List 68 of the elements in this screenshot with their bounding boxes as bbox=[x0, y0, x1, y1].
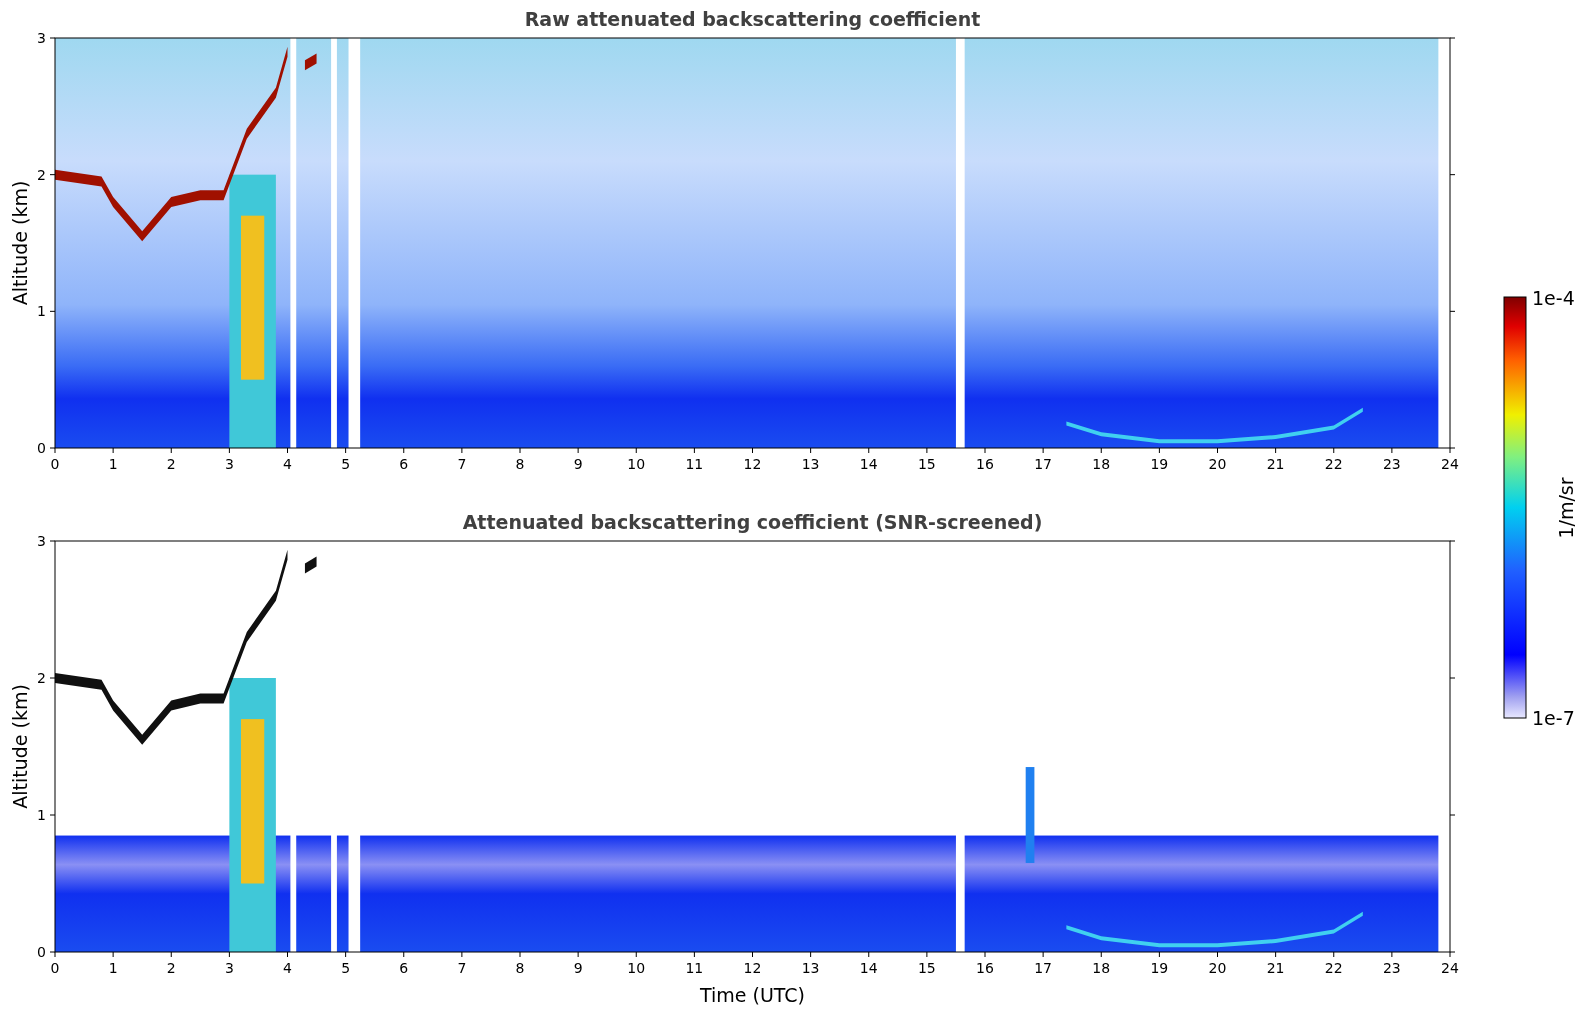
tick-label: 10 bbox=[627, 960, 646, 976]
tick-label: 13 bbox=[801, 960, 820, 976]
tick-label: 3 bbox=[37, 533, 46, 549]
tick-label: 24 bbox=[1441, 456, 1459, 472]
tick-label: 3 bbox=[224, 456, 234, 472]
cloud-band bbox=[304, 53, 317, 71]
tick-label: 5 bbox=[341, 960, 351, 976]
tick-label: 22 bbox=[1324, 960, 1343, 976]
colorbar-unit: 1/m/sr bbox=[1555, 477, 1577, 539]
tick-label: 4 bbox=[283, 960, 292, 976]
tick-label: 7 bbox=[457, 456, 467, 472]
tick-label: 1 bbox=[37, 303, 46, 320]
tick-label: 2 bbox=[37, 670, 46, 686]
tick-label: 12 bbox=[743, 960, 762, 976]
tick-label: 4 bbox=[283, 456, 292, 472]
tick-label: 1 bbox=[37, 807, 46, 823]
tick-label: 17 bbox=[1034, 456, 1053, 472]
tick-label: 24 bbox=[1441, 960, 1459, 976]
tick-label: 15 bbox=[917, 960, 936, 976]
cloud-band bbox=[304, 556, 317, 574]
colorbar-label: 1e-7 bbox=[1532, 707, 1575, 729]
tick-label: 14 bbox=[859, 456, 878, 472]
chart-title: Raw attenuated backscattering coefficient bbox=[524, 8, 981, 30]
tick-label: 11 bbox=[685, 456, 704, 472]
tick-label: 18 bbox=[1092, 960, 1111, 976]
tick-label: 6 bbox=[399, 960, 409, 976]
tick-label: 3 bbox=[37, 30, 46, 46]
tick-label: 9 bbox=[573, 456, 583, 472]
tick-label: 18 bbox=[1092, 456, 1111, 472]
tick-label: 1 bbox=[108, 456, 118, 472]
tick-label: 23 bbox=[1382, 960, 1401, 976]
colorbar-label: 1e-4 bbox=[1532, 287, 1575, 309]
tick-label: 19 bbox=[1150, 456, 1169, 472]
tick-label: 8 bbox=[515, 960, 525, 976]
tick-label: 10 bbox=[627, 456, 646, 472]
tick-label: 0 bbox=[50, 456, 60, 472]
tick-label: 1 bbox=[108, 960, 118, 976]
tick-label: 17 bbox=[1034, 960, 1053, 976]
tick-label: 5 bbox=[341, 456, 351, 472]
tick-label: 7 bbox=[457, 960, 467, 976]
axis-label: Altitude (km) bbox=[9, 180, 31, 306]
tick-label: 0 bbox=[37, 440, 46, 456]
tick-label: 0 bbox=[50, 960, 60, 976]
tick-label: 12 bbox=[743, 456, 762, 472]
tick-label: 2 bbox=[166, 456, 176, 472]
tick-label: 0 bbox=[37, 944, 46, 960]
tick-label: 15 bbox=[917, 456, 936, 472]
tick-label: 23 bbox=[1382, 456, 1401, 472]
tick-label: 19 bbox=[1150, 960, 1169, 976]
tick-label: 20 bbox=[1208, 456, 1227, 472]
tick-label: 16 bbox=[976, 456, 994, 472]
tick-label: 2 bbox=[166, 960, 176, 976]
tick-label: 3 bbox=[224, 960, 234, 976]
axis-label: Altitude (km) bbox=[9, 684, 31, 809]
chart-title: Attenuated backscattering coefficient (SNR-screened) bbox=[462, 511, 1043, 533]
tick-label: 2 bbox=[37, 166, 46, 183]
tick-label: 13 bbox=[801, 456, 820, 472]
tick-label: 21 bbox=[1266, 456, 1285, 472]
tick-label: 20 bbox=[1208, 960, 1227, 976]
tick-label: 8 bbox=[515, 456, 525, 472]
tick-label: 21 bbox=[1266, 960, 1285, 976]
tick-label: 16 bbox=[976, 960, 994, 976]
tick-label: 6 bbox=[399, 456, 409, 472]
axis-label: Time (UTC) bbox=[700, 984, 805, 1006]
tick-label: 22 bbox=[1324, 456, 1343, 472]
tick-label: 11 bbox=[685, 960, 704, 976]
tick-label: 14 bbox=[859, 960, 878, 976]
tick-label: 9 bbox=[573, 960, 583, 976]
